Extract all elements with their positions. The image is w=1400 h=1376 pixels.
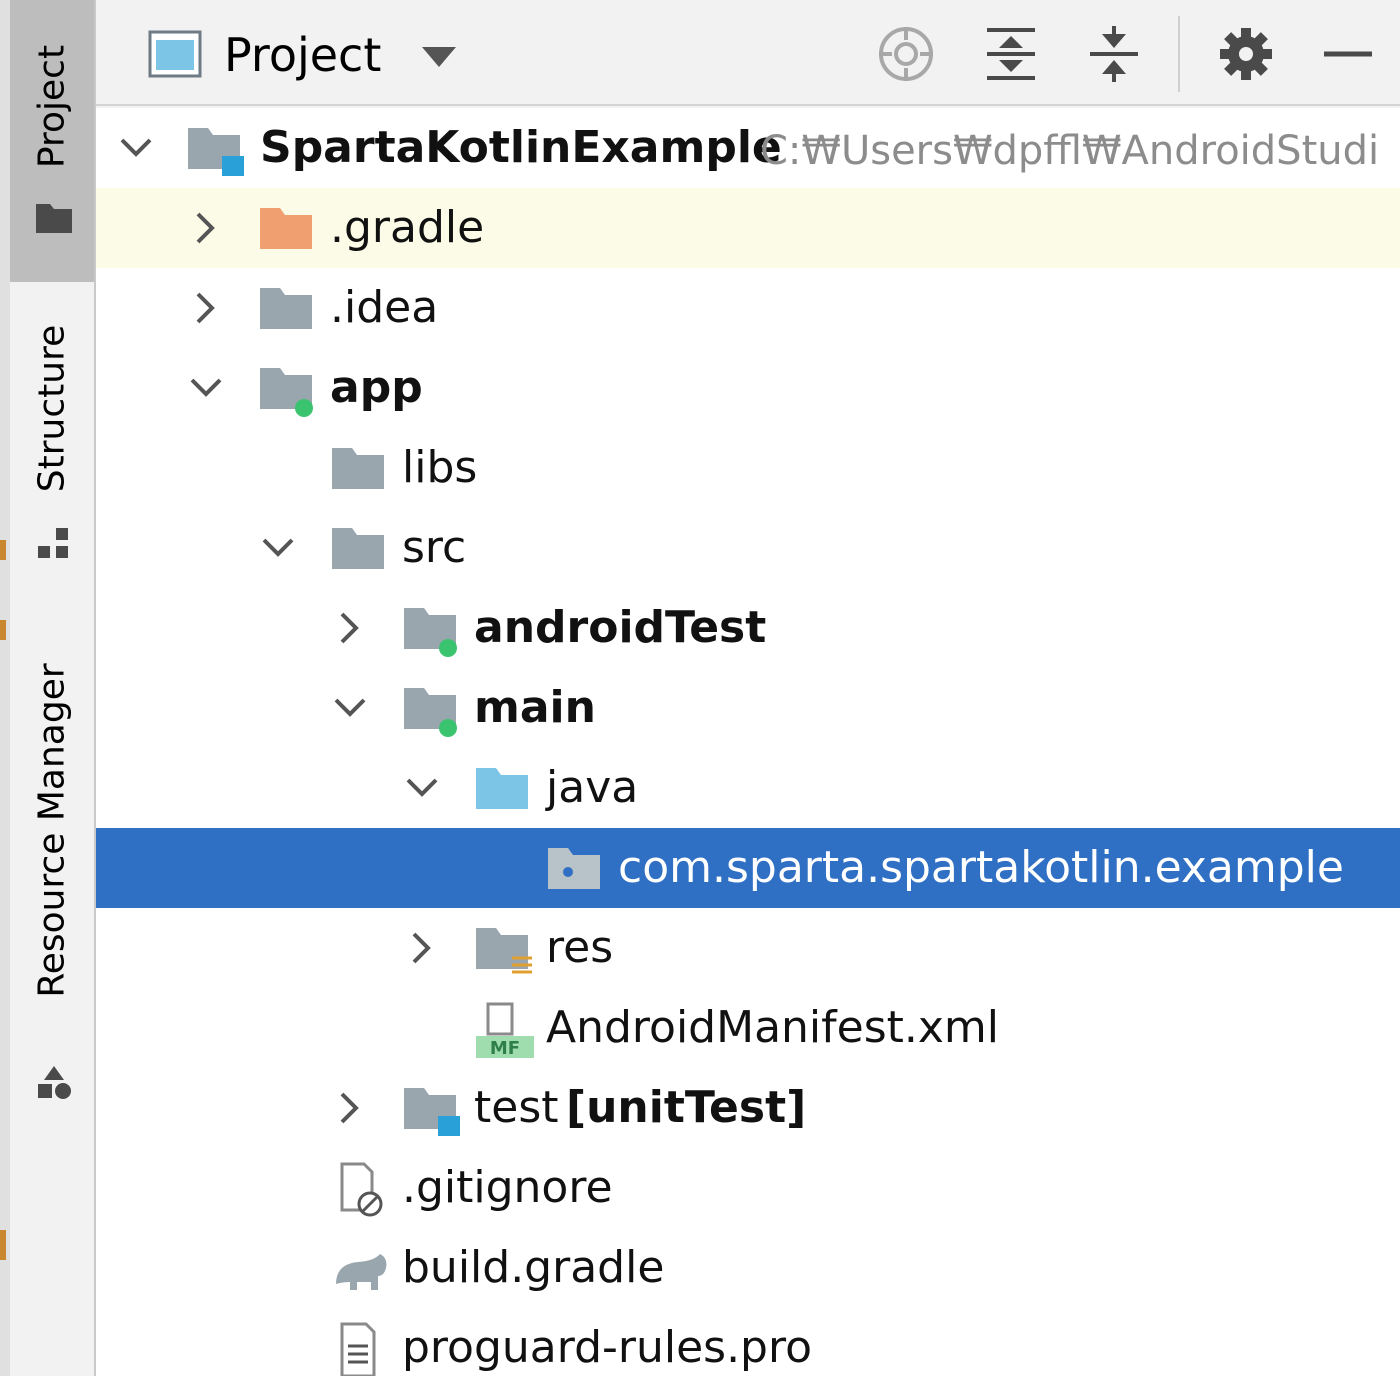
chevron-down-icon[interactable]	[258, 528, 298, 568]
node-label: androidTest	[474, 602, 767, 653]
project-tool-label: Project	[31, 44, 73, 169]
folder-icon	[36, 204, 72, 233]
tree-node-src[interactable]: src	[96, 508, 1400, 588]
gradle-elephant-icon	[336, 1254, 387, 1290]
svg-text:MF: MF	[490, 1038, 520, 1058]
node-label: java	[546, 762, 639, 813]
structure-icon	[38, 528, 68, 558]
node-label: .gradle	[330, 202, 485, 253]
folder-icon	[260, 288, 312, 329]
node-label: .idea	[330, 282, 439, 333]
structure-tool-label: Structure	[31, 324, 73, 493]
gear-icon[interactable]	[1216, 24, 1276, 84]
node-label: app	[330, 362, 423, 413]
tree-node-build-gradle[interactable]: build.gradle	[96, 1228, 1400, 1308]
node-label: main	[474, 682, 596, 733]
left-edge-bar	[0, 0, 10, 1376]
node-label: src	[402, 522, 467, 573]
manifest-file-icon: MF	[476, 1002, 534, 1058]
node-label: AndroidManifest.xml	[546, 1002, 999, 1053]
node-label: com.sparta.spartakotlin.example	[618, 842, 1344, 893]
chevron-right-icon[interactable]	[186, 208, 226, 248]
project-toolbar: Project	[96, 0, 1400, 106]
tool-window-strip: Project Structure Resource Manager	[0, 0, 96, 1376]
tool-window-resource-manager-button[interactable]: Resource Manager	[10, 640, 94, 1120]
tree-node-gradle[interactable]: .gradle	[96, 188, 1400, 268]
tree-node-android-test[interactable]: androidTest	[96, 588, 1400, 668]
resource-manager-tool-label: Resource Manager	[31, 663, 73, 998]
chevron-right-icon[interactable]	[330, 1088, 370, 1128]
tree-node-root[interactable]: SpartaKotlinExample C:₩Users₩dpffl₩Andro…	[96, 108, 1400, 188]
source-root-folder-icon	[476, 768, 528, 809]
tool-window-project-button[interactable]: Project	[10, 0, 94, 282]
chevron-right-icon[interactable]	[186, 288, 226, 328]
tree-node-java[interactable]: java	[96, 748, 1400, 828]
tree-node-proguard[interactable]: proguard-rules.pro	[96, 1308, 1400, 1376]
hide-panel-icon[interactable]	[1318, 24, 1378, 84]
chevron-down-icon[interactable]	[420, 45, 458, 69]
chevron-right-icon[interactable]	[330, 608, 370, 648]
collapse-all-icon[interactable]	[1084, 24, 1144, 84]
folder-icon	[332, 528, 384, 569]
project-name: SpartaKotlinExample	[260, 122, 782, 173]
folder-excluded-icon	[260, 208, 312, 249]
ignore-file-icon	[340, 1162, 383, 1217]
module-folder-icon	[188, 128, 244, 176]
node-label: proguard-rules.pro	[402, 1322, 813, 1373]
tree-node-idea[interactable]: .idea	[96, 268, 1400, 348]
view-selector-label[interactable]: Project	[224, 28, 381, 82]
chevron-down-icon[interactable]	[186, 368, 226, 408]
tree-node-main[interactable]: main	[96, 668, 1400, 748]
node-label: .gitignore	[402, 1162, 613, 1213]
project-path: C:₩Users₩dpffl₩AndroidStudi	[760, 128, 1380, 174]
tree-node-gitignore[interactable]: .gitignore	[96, 1148, 1400, 1228]
tool-window-structure-button[interactable]: Structure	[10, 300, 94, 580]
select-opened-file-icon[interactable]	[876, 24, 936, 84]
project-tree: SpartaKotlinExample C:₩Users₩dpffl₩Andro…	[96, 108, 1400, 1376]
package-icon	[548, 848, 600, 889]
tree-node-libs[interactable]: libs	[96, 428, 1400, 508]
chevron-down-icon[interactable]	[116, 128, 156, 168]
tree-node-test[interactable]: test [unitTest]	[96, 1068, 1400, 1148]
node-label: libs	[402, 442, 478, 493]
resource-manager-icon	[38, 1066, 71, 1099]
tree-node-res[interactable]: res	[96, 908, 1400, 988]
test-folder-icon	[404, 1088, 460, 1136]
tree-node-package[interactable]: com.sparta.spartakotlin.example	[96, 828, 1400, 908]
folder-icon	[332, 448, 384, 489]
chevron-down-icon[interactable]	[402, 768, 442, 808]
project-view-icon	[148, 30, 202, 78]
node-label: res	[546, 922, 614, 973]
node-tag: [unitTest]	[566, 1082, 807, 1133]
chevron-down-icon[interactable]	[330, 688, 370, 728]
toolbar-separator	[1178, 16, 1180, 92]
expand-all-icon[interactable]	[981, 24, 1041, 84]
tree-node-app[interactable]: app	[96, 348, 1400, 428]
chevron-right-icon[interactable]	[402, 928, 442, 968]
tree-node-manifest[interactable]: MF AndroidManifest.xml	[96, 988, 1400, 1068]
text-file-icon	[340, 1322, 376, 1376]
module-folder-icon	[260, 368, 313, 417]
node-label: test	[474, 1082, 559, 1133]
resource-folder-icon	[476, 928, 532, 974]
source-set-folder-icon	[404, 688, 457, 737]
source-set-folder-icon	[404, 608, 457, 657]
node-label: build.gradle	[402, 1242, 665, 1293]
